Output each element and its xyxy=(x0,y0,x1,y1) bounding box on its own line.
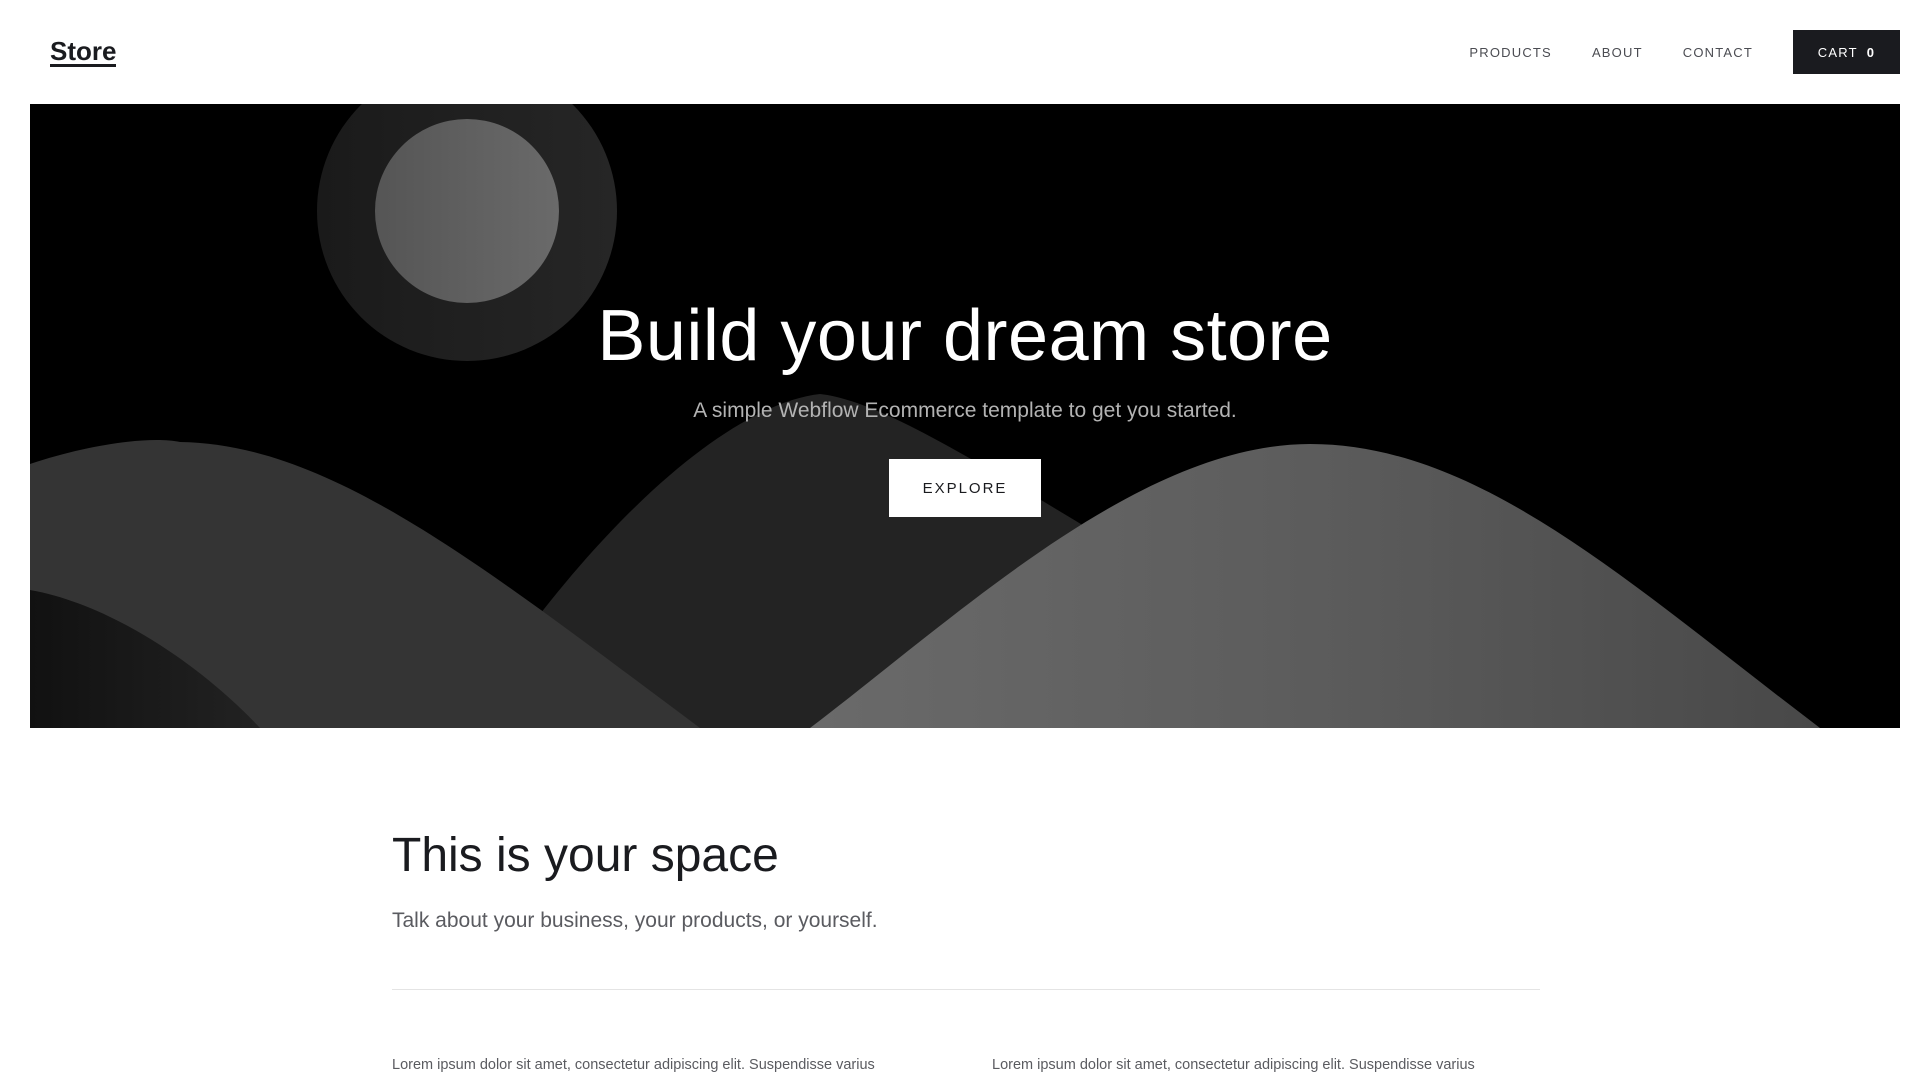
hero-content: Build your dream store A simple Webflow … xyxy=(30,104,1900,728)
cart-button[interactable]: CART 0 xyxy=(1793,30,1900,74)
section-subtitle: Talk about your business, your products,… xyxy=(392,908,878,932)
site-header: Store PRODUCTS ABOUT CONTACT CART 0 xyxy=(0,0,1920,104)
hero-banner: Build your dream store A simple Webflow … xyxy=(30,104,1900,728)
brand-logo-link[interactable]: Store xyxy=(50,38,117,67)
text-column-right: Lorem ipsum dolor sit amet, consectetur … xyxy=(992,1056,1475,1073)
hero-subtitle: A simple Webflow Ecommerce template to g… xyxy=(693,399,1237,422)
hero-title: Build your dream store xyxy=(597,296,1333,376)
text-columns: Lorem ipsum dolor sit amet, consectetur … xyxy=(392,1054,1540,1077)
cart-label: CART xyxy=(1817,44,1858,60)
text-column-left: Lorem ipsum dolor sit amet, consectetur … xyxy=(392,1056,875,1073)
main-nav: PRODUCTS ABOUT CONTACT CART 0 xyxy=(1469,30,1900,74)
nav-link-about[interactable]: ABOUT xyxy=(1592,45,1643,60)
explore-button[interactable]: EXPLORE xyxy=(889,459,1041,518)
intro-section: This is your space Talk about your busin… xyxy=(392,829,1540,1077)
section-divider xyxy=(392,988,1540,990)
cart-count-badge: 0 xyxy=(1866,44,1876,60)
section-title: This is your space xyxy=(392,829,779,882)
nav-link-contact[interactable]: CONTACT xyxy=(1683,45,1753,60)
nav-link-products[interactable]: PRODUCTS xyxy=(1469,45,1552,60)
